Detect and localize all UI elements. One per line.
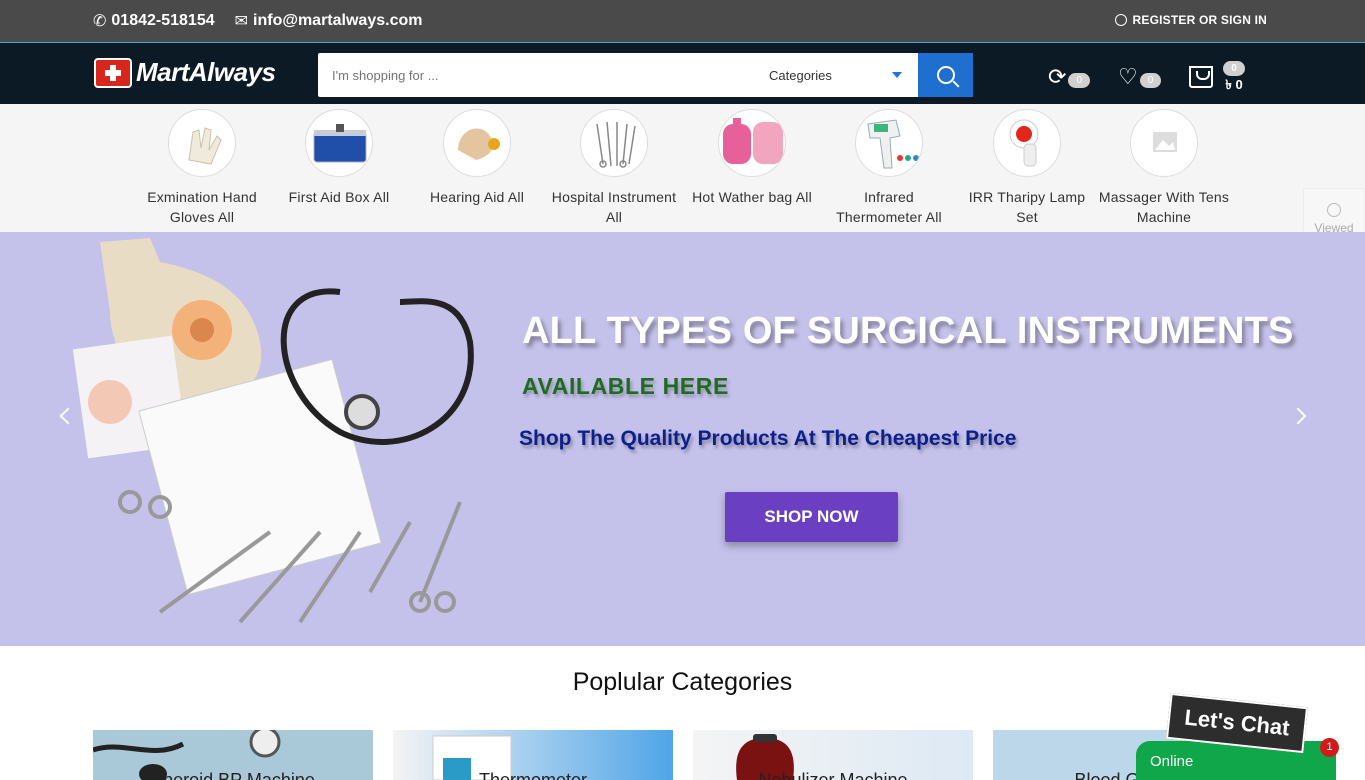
wishlist-count: 0	[1139, 73, 1162, 88]
user-icon	[1114, 14, 1127, 26]
category-item[interactable]: Exmination Hand Gloves All	[133, 109, 271, 227]
compare-count: 0	[1068, 73, 1090, 88]
slider-next-button[interactable]	[1289, 407, 1307, 425]
popular-card[interactable]: Aneroid BP Machine	[93, 730, 373, 780]
popular-categories-title: Poplular Categories	[572, 668, 793, 696]
medical-supplies-image	[72, 238, 474, 624]
top-bar: ✆ 01842-518154 ✉ info@martalways.com REG…	[0, 0, 1365, 42]
header-actions: ⟳ 0 ♡ 0 0 ৳ 0	[1048, 61, 1245, 92]
popular-card-label: Nebulizer Machine	[758, 770, 908, 780]
register-signin-label: REGISTER OR SIGN IN	[1132, 13, 1267, 27]
wishlist-button[interactable]: ♡ 0	[1118, 63, 1162, 90]
clock-icon	[1327, 203, 1341, 217]
cart-summary: 0 ৳ 0	[1223, 61, 1245, 92]
category-label: Massager With Tens Machine	[1098, 189, 1230, 225]
popular-card-label: Thermometer	[478, 770, 588, 780]
search-button[interactable]	[918, 53, 973, 97]
logo-text: MartAlways	[136, 57, 276, 87]
email-contact[interactable]: ✉ info@martalways.com	[235, 11, 423, 31]
popular-card-label: Aneroid BP Machine	[151, 770, 315, 780]
hearing-aid-icon	[443, 109, 511, 177]
category-label: Hearing Aid All	[429, 189, 525, 205]
chevron-down-icon	[892, 72, 902, 78]
categories-dropdown-label: Categories	[769, 67, 832, 83]
heart-icon: ♡	[1118, 63, 1138, 89]
category-item[interactable]: Infrared Thermometer All	[820, 109, 958, 227]
category-item[interactable]: IRR Tharipy Lamp Set	[958, 109, 1096, 227]
search-input[interactable]	[318, 53, 753, 97]
image-placeholder-icon	[1130, 109, 1198, 177]
category-item[interactable]: Massager With Tens Machine	[1095, 109, 1233, 227]
phone-icon: ✆	[93, 13, 107, 30]
shop-now-button[interactable]: SHOP NOW	[725, 492, 898, 542]
register-signin-link[interactable]: REGISTER OR SIGN IN	[1114, 13, 1267, 27]
cart-count: 0	[1223, 61, 1245, 76]
hero-subtitle: AVAILABLE HERE	[522, 373, 729, 399]
category-item[interactable]: Hearing Aid All	[408, 109, 546, 207]
email-address: info@martalways.com	[253, 12, 423, 29]
envelope-icon: ✉	[234, 13, 249, 30]
thermometer-icon	[855, 109, 923, 177]
hero-tagline: Shop The Quality Products At The Cheapes…	[519, 427, 1017, 450]
refresh-icon: ⟳	[1048, 63, 1067, 89]
surgical-instruments-icon	[580, 109, 648, 177]
phone-number: 01842-518154	[111, 12, 215, 29]
hot-water-bag-icon	[718, 109, 786, 177]
cart-button[interactable]: 0 ৳ 0	[1189, 61, 1245, 92]
category-label: Hospital Instrument All	[551, 189, 677, 225]
main-header: MartAlways Categories ⟳ 0 ♡ 0 0 ৳ 0	[0, 42, 1365, 104]
first-aid-kit-icon	[94, 57, 132, 88]
category-label: Hot Wather bag All	[692, 189, 812, 205]
chat-status: Online	[1150, 753, 1194, 770]
categories-dropdown[interactable]: Categories	[753, 53, 918, 97]
site-logo[interactable]: MartAlways	[94, 57, 276, 88]
shopping-bag-icon	[1189, 65, 1214, 88]
infrared-lamp-icon	[993, 109, 1061, 177]
live-chat-widget[interactable]: Online	[1136, 741, 1336, 780]
cart-total: ৳ 0	[1225, 77, 1243, 92]
popular-card[interactable]: Nebulizer Machine	[693, 730, 973, 780]
category-strip: Exmination Hand Gloves All First Aid Box…	[0, 104, 1365, 232]
compare-button[interactable]: ⟳ 0	[1048, 64, 1090, 90]
phone-contact[interactable]: ✆ 01842-518154	[93, 11, 215, 31]
category-label: First Aid Box All	[288, 189, 390, 205]
hero-title: ALL TYPES OF SURGICAL INSTRUMENTS	[522, 310, 1294, 352]
category-item[interactable]: First Aid Box All	[270, 109, 408, 207]
category-label: IRR Tharipy Lamp Set	[968, 189, 1086, 225]
category-item[interactable]: Hot Wather bag All	[683, 109, 821, 207]
category-label: Infrared Thermometer All	[836, 189, 942, 225]
chat-notification-badge: 1	[1320, 738, 1339, 757]
hero-banner: ALL TYPES OF SURGICAL INSTRUMENTS AVAILA…	[0, 232, 1365, 646]
popular-card[interactable]: Thermometer	[393, 730, 673, 780]
search-bar: Categories	[318, 53, 973, 97]
category-label: Exmination Hand Gloves All	[147, 189, 257, 225]
first-aid-box-icon	[305, 109, 373, 177]
contact-info: ✆ 01842-518154 ✉ info@martalways.com	[93, 11, 422, 31]
gloves-icon	[168, 109, 236, 177]
search-icon	[936, 66, 955, 84]
category-item[interactable]: Hospital Instrument All	[545, 109, 683, 227]
